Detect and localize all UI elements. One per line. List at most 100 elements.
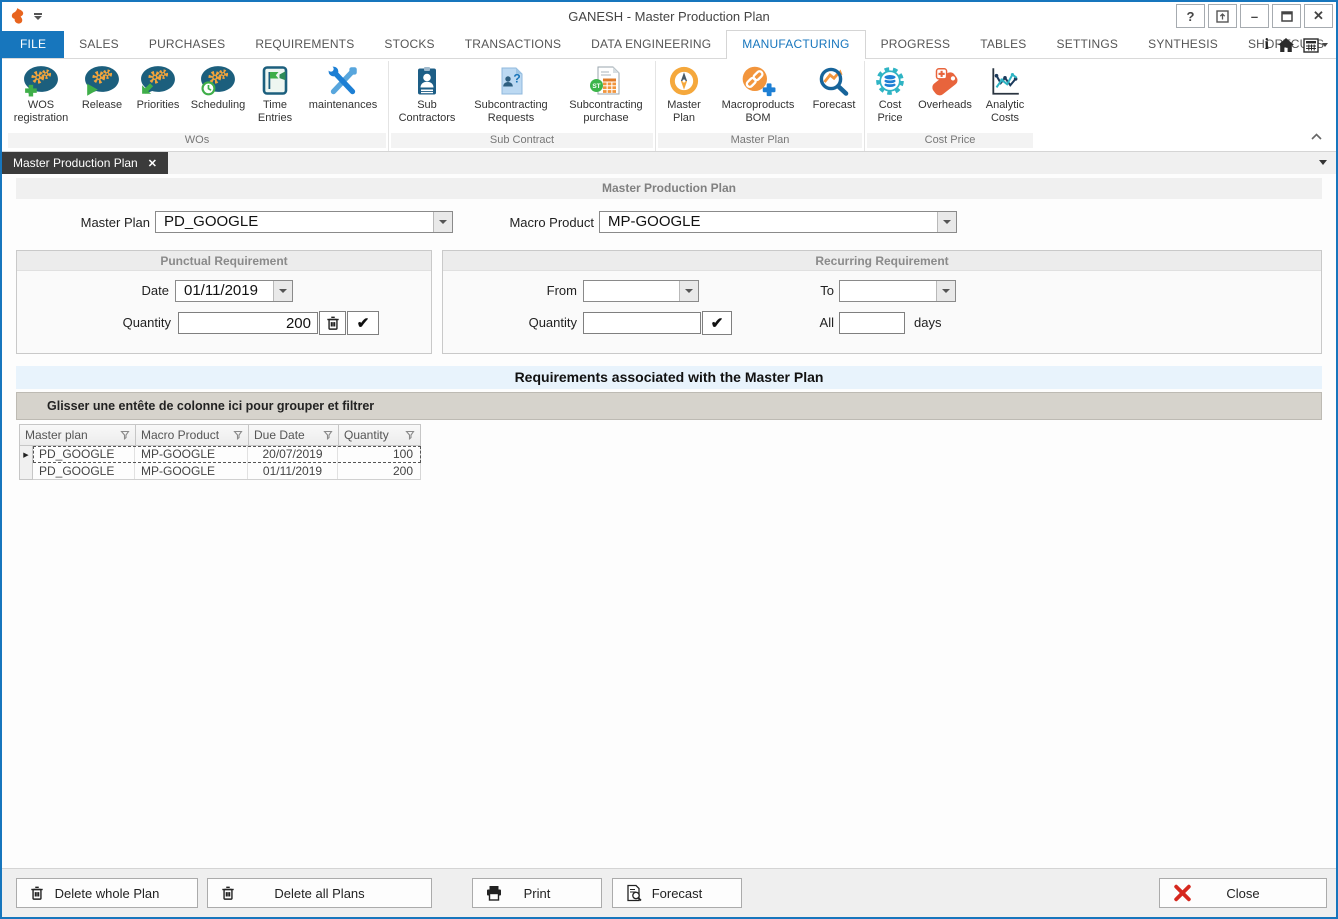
macro-product-combobox[interactable]: MP-GOOGLE [599,211,957,233]
punctual-delete-button[interactable] [319,311,346,335]
recurring-quantity-label: Quantity [443,315,577,330]
filter-icon[interactable] [233,430,243,440]
ribbon-button-label: Master Plan [658,99,710,125]
table-row[interactable]: ▶ PD_GOOGLE MP-GOOGLE 20/07/2019 100 [19,446,421,463]
page-content: Master Production Plan Master Plan PD_GO… [2,174,1336,868]
column-header-due-date[interactable]: Due Date [249,425,339,445]
subcontracting-purchase-icon: ST [589,64,623,98]
ribbon-button-master-plan[interactable]: Master Plan [658,62,710,125]
ribbon-button-label: Scheduling [191,99,245,112]
filter-icon[interactable] [120,430,130,440]
punctual-quantity-input[interactable] [178,312,318,334]
popout-button[interactable] [1208,4,1237,28]
menu-tab-settings[interactable]: SETTINGS [1042,31,1134,58]
column-header-master-plan[interactable]: Master plan [20,425,136,445]
menu-tab-progress[interactable]: PROGRESS [866,31,966,58]
column-header-macro-product[interactable]: Macro Product [136,425,249,445]
menu-tab-synthesis[interactable]: SYNTHESIS [1133,31,1233,58]
ribbon-group-sub-contract: Sub Contractors ? Subcontracting Request… [388,61,655,151]
calculator-caret-icon [1322,43,1328,47]
document-tab-close-icon[interactable]: ✕ [148,157,157,170]
ribbon-collapse-button[interactable] [1311,127,1322,145]
ribbon-button-sub-contractors[interactable]: Sub Contractors [391,62,463,125]
date-label: Date [17,283,169,298]
all-days-input[interactable] [839,312,905,334]
menu-tab-sales[interactable]: SALES [64,31,134,58]
document-tab-strip: Master Production Plan ✕ [2,152,1336,174]
date-value: 01/11/2019 [176,281,273,301]
table-row[interactable]: PD_GOOGLE MP-GOOGLE 01/11/2019 200 [19,463,421,480]
quick-access-toolbar-caret[interactable] [34,13,42,20]
all-label: All [774,315,834,330]
ribbon-button-maintenances[interactable]: maintenances [300,62,386,112]
ribbon-button-macroproducts-bom[interactable]: Macroproducts BOM [710,62,806,125]
page-title: Master Production Plan [16,178,1322,199]
menu-tab-data-engineering[interactable]: DATA ENGINEERING [576,31,726,58]
ribbon-button-subcontracting-purchase[interactable]: ST Subcontracting purchase [559,62,653,125]
ribbon-group-label-sub-contract: Sub Contract [391,133,653,148]
close-button[interactable]: Close [1159,878,1327,908]
to-dropdown-icon[interactable] [936,281,955,301]
recurring-validate-button[interactable]: ✔ [702,311,732,335]
tab-list-dropdown-icon[interactable] [1319,160,1327,165]
filter-icon[interactable] [405,430,415,440]
trash-icon [30,885,44,902]
requirements-section-title: Requirements associated with the Master … [16,366,1322,389]
ribbon-button-forecast[interactable]: Forecast [806,62,862,112]
ribbon-button-time-entries[interactable]: Time Entries [250,62,300,125]
master-plan-combobox[interactable]: PD_GOOGLE [155,211,453,233]
recurring-quantity-input[interactable] [583,312,701,334]
date-dropdown-icon[interactable] [273,281,292,301]
home-icon[interactable] [1278,38,1294,52]
ribbon-button-label: Macroproducts BOM [710,99,806,125]
ribbon-button-subcontracting-requests[interactable]: ? Subcontracting Requests [463,62,559,125]
document-tab-master-production-plan[interactable]: Master Production Plan ✕ [2,152,168,174]
help-button[interactable]: ? [1176,4,1205,28]
date-combobox[interactable]: 01/11/2019 [175,280,293,302]
time-entries-icon [259,64,291,98]
maximize-icon [1281,11,1293,22]
minimize-button[interactable]: – [1240,4,1269,28]
calculator-icon [1303,38,1319,53]
svg-text:ST: ST [592,83,600,90]
maximize-button[interactable] [1272,4,1301,28]
check-icon: ✔ [711,316,724,331]
from-dropdown-icon[interactable] [679,281,698,301]
ribbon-button-overheads[interactable]: Overheads [913,62,977,112]
forecast-button[interactable]: Forecast [612,878,742,908]
ribbon-button-scheduling[interactable]: Scheduling [186,62,250,112]
ribbon-button-analytic-costs[interactable]: Analytic Costs [977,62,1033,125]
calculator-menu[interactable] [1303,38,1328,53]
close-window-button[interactable]: ✕ [1304,4,1333,28]
menu-right-icons: i [1265,37,1328,53]
menu-tab-manufacturing[interactable]: MANUFACTURING [726,30,865,59]
recurring-requirement-title: Recurring Requirement [443,251,1321,271]
menu-tab-requirements[interactable]: REQUIREMENTS [240,31,369,58]
info-icon[interactable]: i [1265,37,1269,53]
ribbon-button-cost-price[interactable]: Cost Price [867,62,913,125]
delete-whole-plan-button[interactable]: Delete whole Plan [16,878,198,908]
menu-tab-stocks[interactable]: STOCKS [369,31,449,58]
menu-tab-tables[interactable]: TABLES [965,31,1041,58]
button-label: Delete all Plans [208,886,431,901]
filter-icon[interactable] [323,430,333,440]
master-plan-dropdown-icon[interactable] [433,212,452,232]
menu-tab-transactions[interactable]: TRANSACTIONS [450,31,576,58]
print-button[interactable]: Print [472,878,602,908]
delete-all-plans-button[interactable]: Delete all Plans [207,878,432,908]
grid-header-row: Master plan Macro Product Due Date Quant… [19,424,421,446]
ribbon-button-priorities[interactable]: Priorities [130,62,186,112]
macro-product-dropdown-icon[interactable] [937,212,956,232]
column-header-quantity[interactable]: Quantity [339,425,420,445]
from-combobox[interactable] [583,280,699,302]
grid-group-by-bar[interactable]: Glisser une entête de colonne ici pour g… [16,392,1322,420]
plan-selection-row: Master Plan PD_GOOGLE Macro Product MP-G… [16,211,1322,235]
requirement-groups: Punctual Requirement Date 01/11/2019 Qua… [16,250,1322,354]
menu-tab-file[interactable]: FILE [2,31,64,58]
to-combobox[interactable] [839,280,956,302]
ribbon-button-release[interactable]: Release [74,62,130,112]
menu-tab-purchases[interactable]: PURCHASES [134,31,240,58]
release-icon [84,64,120,98]
punctual-validate-button[interactable]: ✔ [347,311,379,335]
ribbon-button-wos-registration[interactable]: WOS registration [8,62,74,125]
